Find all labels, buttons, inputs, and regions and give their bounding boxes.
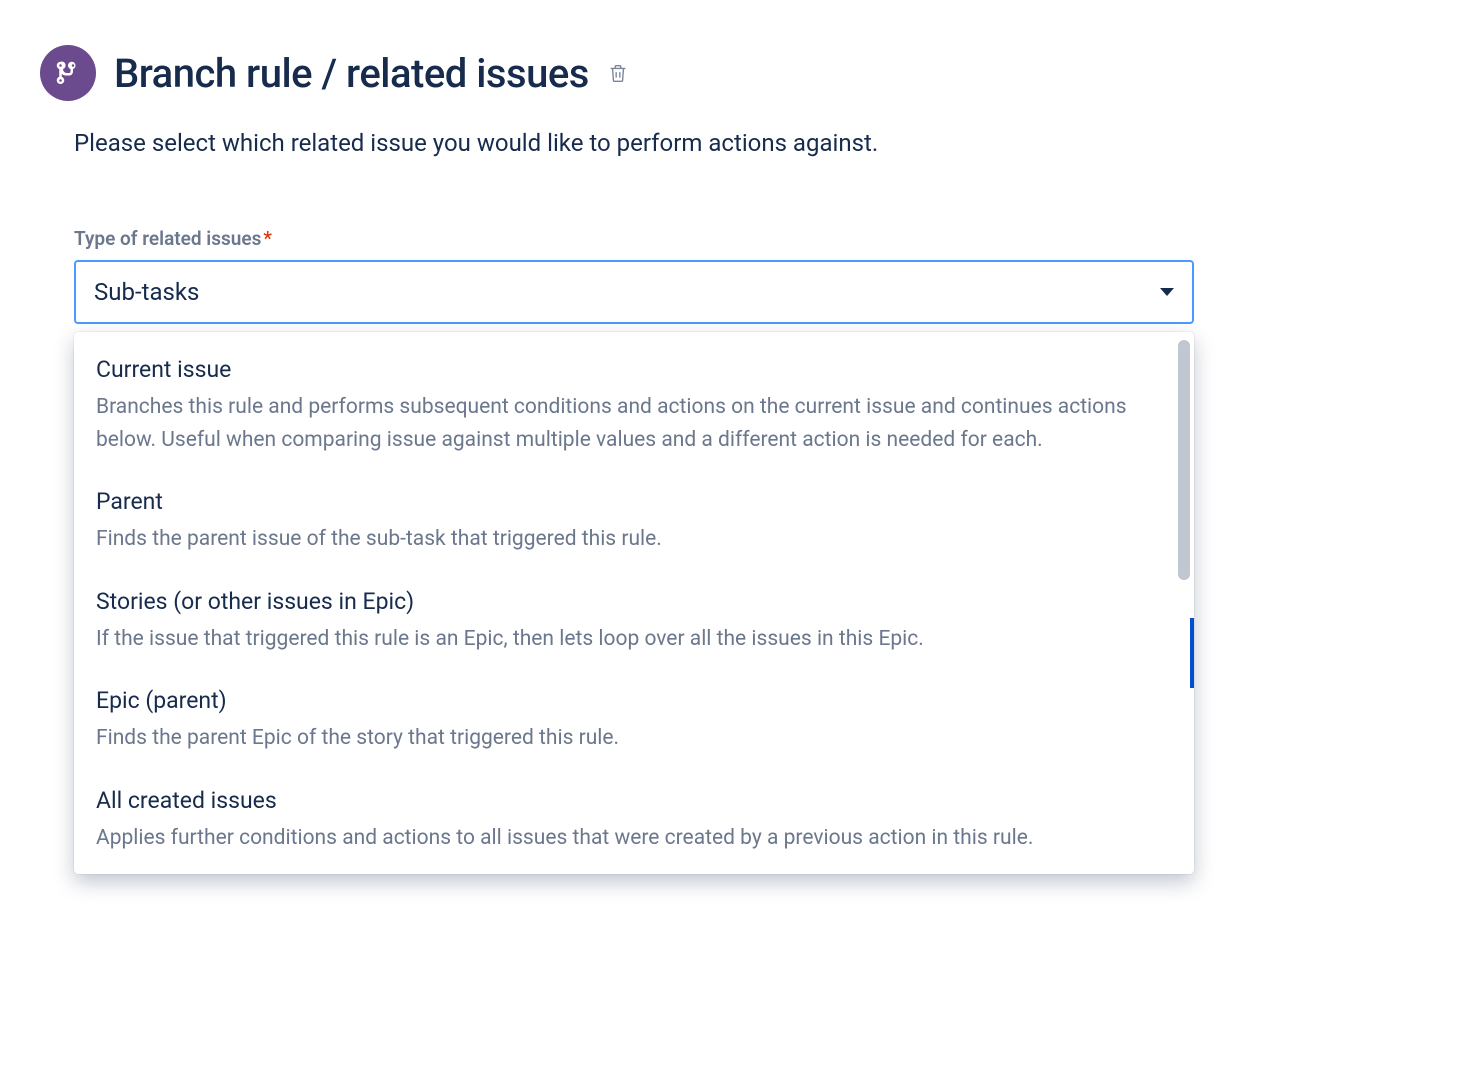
option-description: Finds the parent issue of the sub-task t… <box>96 523 1172 556</box>
select-dropdown: Current issue Branches this rule and per… <box>74 332 1194 874</box>
option-description: Branches this rule and performs subseque… <box>96 391 1172 456</box>
field-label-text: Type of related issues <box>74 227 261 250</box>
option-title: Epic (parent) <box>96 687 1172 714</box>
option-stories-in-epic[interactable]: Stories (or other issues in Epic) If the… <box>74 576 1194 676</box>
option-title: Current issue <box>96 356 1172 383</box>
branch-icon <box>40 45 96 101</box>
option-current-issue[interactable]: Current issue Branches this rule and per… <box>74 344 1194 476</box>
page-header: Branch rule / related issues <box>40 45 1444 101</box>
field-group: Type of related issues* Sub-tasks <box>74 227 1444 324</box>
related-issue-type-select[interactable]: Sub-tasks <box>74 260 1194 324</box>
option-title: All created issues <box>96 787 1172 814</box>
option-parent[interactable]: Parent Finds the parent issue of the sub… <box>74 476 1194 576</box>
required-indicator: * <box>263 227 272 250</box>
option-epic-parent[interactable]: Epic (parent) Finds the parent Epic of t… <box>74 675 1194 775</box>
focus-indicator <box>1190 618 1194 688</box>
option-description: Finds the parent Epic of the story that … <box>96 722 1172 755</box>
chevron-down-icon <box>1160 288 1174 296</box>
option-title: Stories (or other issues in Epic) <box>96 588 1172 615</box>
scrollbar[interactable] <box>1178 340 1190 580</box>
option-description: Applies further conditions and actions t… <box>96 822 1172 855</box>
option-title: Parent <box>96 488 1172 515</box>
field-label: Type of related issues* <box>74 227 1444 250</box>
page-title: Branch rule / related issues <box>114 50 589 97</box>
select-value: Sub-tasks <box>94 278 199 306</box>
delete-icon[interactable] <box>607 62 629 84</box>
page-description: Please select which related issue you wo… <box>74 129 1444 157</box>
option-all-created-issues[interactable]: All created issues Applies further condi… <box>74 775 1194 875</box>
option-description: If the issue that triggered this rule is… <box>96 623 1172 656</box>
